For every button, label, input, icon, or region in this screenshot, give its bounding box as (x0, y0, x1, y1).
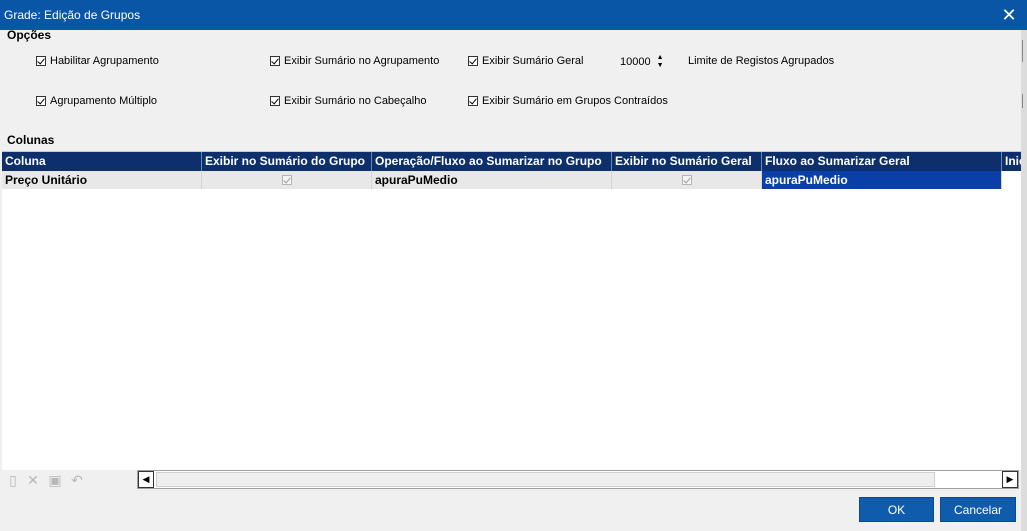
spin-up-icon[interactable]: ▲ (657, 54, 664, 62)
checkbox-check-icon[interactable] (468, 96, 478, 106)
exibir-sumario-geral-checkbox[interactable]: Exibir Sumário Geral (468, 55, 583, 67)
checkbox-check-icon[interactable] (468, 56, 478, 66)
cell-exibir-sumario-grupo[interactable] (202, 171, 372, 189)
spinner-buttons[interactable]: ▲ ▼ (657, 54, 664, 70)
header-operacao-fluxo[interactable]: Operação/Fluxo ao Sumarizar no Grupo (372, 152, 612, 171)
limite-spinner[interactable]: 10000 ▲ ▼ (620, 54, 664, 70)
grid-checkbox-icon[interactable] (281, 175, 292, 185)
checkbox-check-icon[interactable] (270, 96, 280, 106)
new-document-icon[interactable]: ▯ (6, 473, 20, 487)
cell-operacao[interactable]: apuraPuMedio (372, 171, 612, 189)
window-title: Grade: Edição de Grupos (4, 8, 141, 22)
header-exibir-sumario-geral[interactable]: Exibir no Sumário Geral (612, 152, 762, 171)
limite-label: Limite de Registos Agrupados (688, 55, 835, 67)
header-fluxo-sumarizar-geral[interactable]: Fluxo ao Sumarizar Geral (762, 152, 1002, 171)
header-exibir-sumario-grupo[interactable]: Exibir no Sumário do Grupo (202, 152, 372, 171)
columns-grid: Coluna Exibir no Sumário do Grupo Operaç… (2, 151, 1021, 470)
exibir-sumario-grupos-contraidos-checkbox[interactable]: Exibir Sumário em Grupos Contraídos (468, 95, 668, 107)
cell-exibir-sumario-geral[interactable] (612, 171, 762, 189)
cancel-button[interactable]: Cancelar (940, 497, 1016, 522)
agrupamento-multiplo-checkbox[interactable]: Agrupamento Múltiplo (36, 95, 157, 107)
undo-icon[interactable]: ↶ (70, 473, 84, 487)
agrupamento-multiplo-label: Agrupamento Múltiplo (50, 95, 158, 107)
table-row[interactable]: Preço Unitário apuraPuMedio apuraPuMedio (2, 171, 1002, 189)
background-window-edge (1021, 30, 1027, 531)
grid-checkbox-icon[interactable] (681, 175, 692, 185)
checkbox-check-icon[interactable] (270, 56, 280, 66)
delete-icon[interactable]: ✕ (26, 473, 40, 487)
habilitar-agrupamento-checkbox[interactable]: Habilitar Agrupamento (36, 55, 159, 67)
header-inic[interactable]: Inic (1002, 152, 1021, 171)
title-bar: Grade: Edição de Grupos ✕ (0, 0, 1027, 30)
edge-mark (1022, 94, 1027, 108)
spin-down-icon[interactable]: ▼ (657, 62, 664, 70)
header-coluna[interactable]: Coluna (2, 152, 202, 171)
limite-value[interactable]: 10000 (620, 56, 651, 68)
exibir-sumario-geral-label: Exibir Sumário Geral (482, 55, 584, 67)
scroll-left-icon[interactable]: ◀ (138, 471, 154, 488)
grid-header: Coluna Exibir no Sumário do Grupo Operaç… (2, 152, 1021, 171)
habilitar-agrupamento-label: Habilitar Agrupamento (50, 55, 159, 67)
edge-mark (1022, 40, 1027, 62)
exibir-sumario-grupos-contraidos-label: Exibir Sumário em Grupos Contraídos (482, 95, 668, 107)
save-icon[interactable]: ▣ (48, 473, 62, 487)
cell-coluna[interactable]: Preço Unitário (2, 171, 202, 189)
exibir-sumario-cabecalho-label: Exibir Sumário no Cabeçalho (284, 95, 427, 107)
dialog-body: Opções Habilitar Agrupamento Agrupamento… (0, 28, 1021, 531)
ok-button[interactable]: OK (859, 497, 934, 522)
exibir-sumario-cabecalho-checkbox[interactable]: Exibir Sumário no Cabeçalho (270, 95, 426, 107)
checkbox-check-icon[interactable] (36, 56, 46, 66)
close-icon[interactable]: ✕ (999, 5, 1019, 25)
exibir-sumario-agrupamento-checkbox[interactable]: Exibir Sumário no Agrupamento (270, 55, 439, 67)
scroll-right-icon[interactable]: ▶ (1002, 471, 1018, 488)
scroll-thumb[interactable] (156, 472, 935, 487)
options-heading: Opções (7, 28, 52, 42)
checkbox-check-icon[interactable] (36, 96, 46, 106)
cell-fluxo-geral[interactable]: apuraPuMedio (762, 171, 1002, 189)
exibir-sumario-agrupamento-label: Exibir Sumário no Agrupamento (284, 55, 440, 67)
columns-heading: Colunas (7, 133, 55, 147)
horizontal-scrollbar[interactable]: ◀ ▶ (137, 470, 1019, 489)
